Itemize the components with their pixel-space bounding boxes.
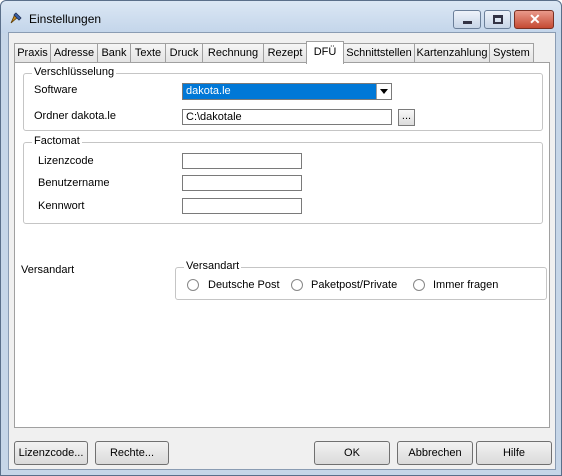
tab-texte[interactable]: Texte [130,43,166,63]
verschluesselung-group: Verschlüsselung Software dakota.le Ordne… [23,66,543,131]
ok-button[interactable]: OK [314,441,390,465]
maximize-icon [493,15,503,24]
software-value: dakota.le [186,85,231,97]
tab-kartenzahlung[interactable]: Kartenzahlung [414,43,490,63]
tab-system[interactable]: System [489,43,534,63]
versandart-title: Versandart [184,260,242,272]
tab-panel-dfue: Verschlüsselung Software dakota.le Ordne… [14,62,550,428]
radio-deutsche-post[interactable] [187,279,199,291]
tab-bank[interactable]: Bank [97,43,131,63]
benutzername-label: Benutzername [38,177,110,189]
tab-schnittstellen[interactable]: Schnittstellen [343,43,415,63]
dialog-client-area: Praxis Adresse Bank Texte Druck Rechnung… [8,32,556,470]
versandart-group: Versandart Deutsche Post Paketpost/Priva… [175,260,547,300]
deutsche-post-label[interactable]: Deutsche Post [208,279,280,291]
browse-button[interactable]: ... [398,109,415,126]
settings-window: Einstellungen ✕ Praxis Adresse Bank Text… [0,0,562,476]
title-bar[interactable]: Einstellungen ✕ [1,1,561,33]
kennwort-input[interactable] [182,198,302,214]
software-select[interactable]: dakota.le [182,83,392,100]
close-icon: ✕ [529,11,541,27]
versandart-label: Versandart [21,264,75,276]
lizenzcode-button[interactable]: Lizenzcode... [14,441,88,465]
radio-paketpost-private[interactable] [291,279,303,291]
ordner-label: Ordner dakota.le [34,110,116,122]
tab-dfue[interactable]: DFÜ [306,41,344,64]
abbrechen-button[interactable]: Abbrechen [397,441,473,465]
factomat-group: Factomat Lizenzcode Benutzername Kennwor… [23,135,543,224]
app-icon [10,12,22,24]
minimize-icon [463,21,472,24]
verschluesselung-title: Verschlüsselung [32,66,117,78]
lizenzcode-input[interactable] [182,153,302,169]
hilfe-button[interactable]: Hilfe [476,441,552,465]
immer-fragen-label[interactable]: Immer fragen [433,279,498,291]
factomat-title: Factomat [32,135,82,147]
benutzername-input[interactable] [182,175,302,191]
minimize-button[interactable] [453,10,481,29]
maximize-button[interactable] [484,10,511,29]
tab-rechnung[interactable]: Rechnung [202,43,264,63]
tab-adresse[interactable]: Adresse [50,43,98,63]
tab-praxis[interactable]: Praxis [14,43,51,63]
paketpost-private-label[interactable]: Paketpost/Private [311,279,397,291]
window-title: Einstellungen [29,12,102,26]
software-label: Software [34,84,78,96]
radio-immer-fragen[interactable] [413,279,425,291]
tab-rezept[interactable]: Rezept [263,43,307,63]
ordner-field[interactable]: C:\dakotale [182,109,392,125]
lizenzcode-label: Lizenzcode [38,155,94,167]
tab-druck[interactable]: Druck [165,43,203,63]
kennwort-label: Kennwort [38,200,85,212]
close-button[interactable]: ✕ [514,10,554,29]
chevron-down-icon[interactable] [376,84,391,99]
rechte-button[interactable]: Rechte... [95,441,169,465]
